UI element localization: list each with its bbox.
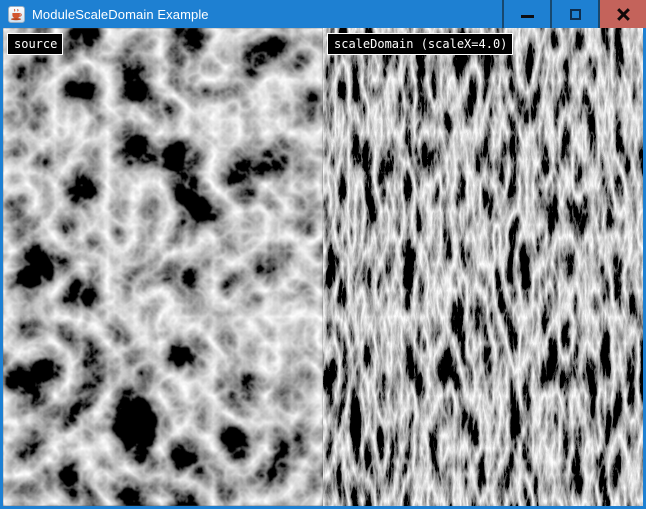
source-panel: source bbox=[3, 28, 323, 506]
maximize-button[interactable] bbox=[552, 0, 598, 28]
scale-domain-noise-image bbox=[323, 28, 643, 506]
titlebar[interactable]: ModuleScaleDomain Example bbox=[0, 0, 646, 28]
close-button[interactable] bbox=[600, 0, 646, 28]
window-controls bbox=[502, 0, 646, 28]
app-window: ModuleScaleDomain Example bbox=[0, 0, 646, 509]
minimize-button[interactable] bbox=[504, 0, 550, 28]
java-coffee-cup-icon bbox=[8, 6, 25, 23]
close-icon bbox=[617, 8, 630, 21]
scale-domain-panel: scaleDomain (scaleX=4.0) bbox=[323, 28, 643, 506]
source-noise-image bbox=[3, 28, 323, 506]
maximize-icon bbox=[570, 9, 581, 20]
scale-domain-label: scaleDomain (scaleX=4.0) bbox=[327, 33, 513, 55]
render-area: source scaleDomain (scaleX=4.0) bbox=[3, 28, 643, 506]
minimize-icon bbox=[521, 15, 534, 18]
window-title: ModuleScaleDomain Example bbox=[32, 7, 209, 22]
source-label: source bbox=[7, 33, 63, 55]
